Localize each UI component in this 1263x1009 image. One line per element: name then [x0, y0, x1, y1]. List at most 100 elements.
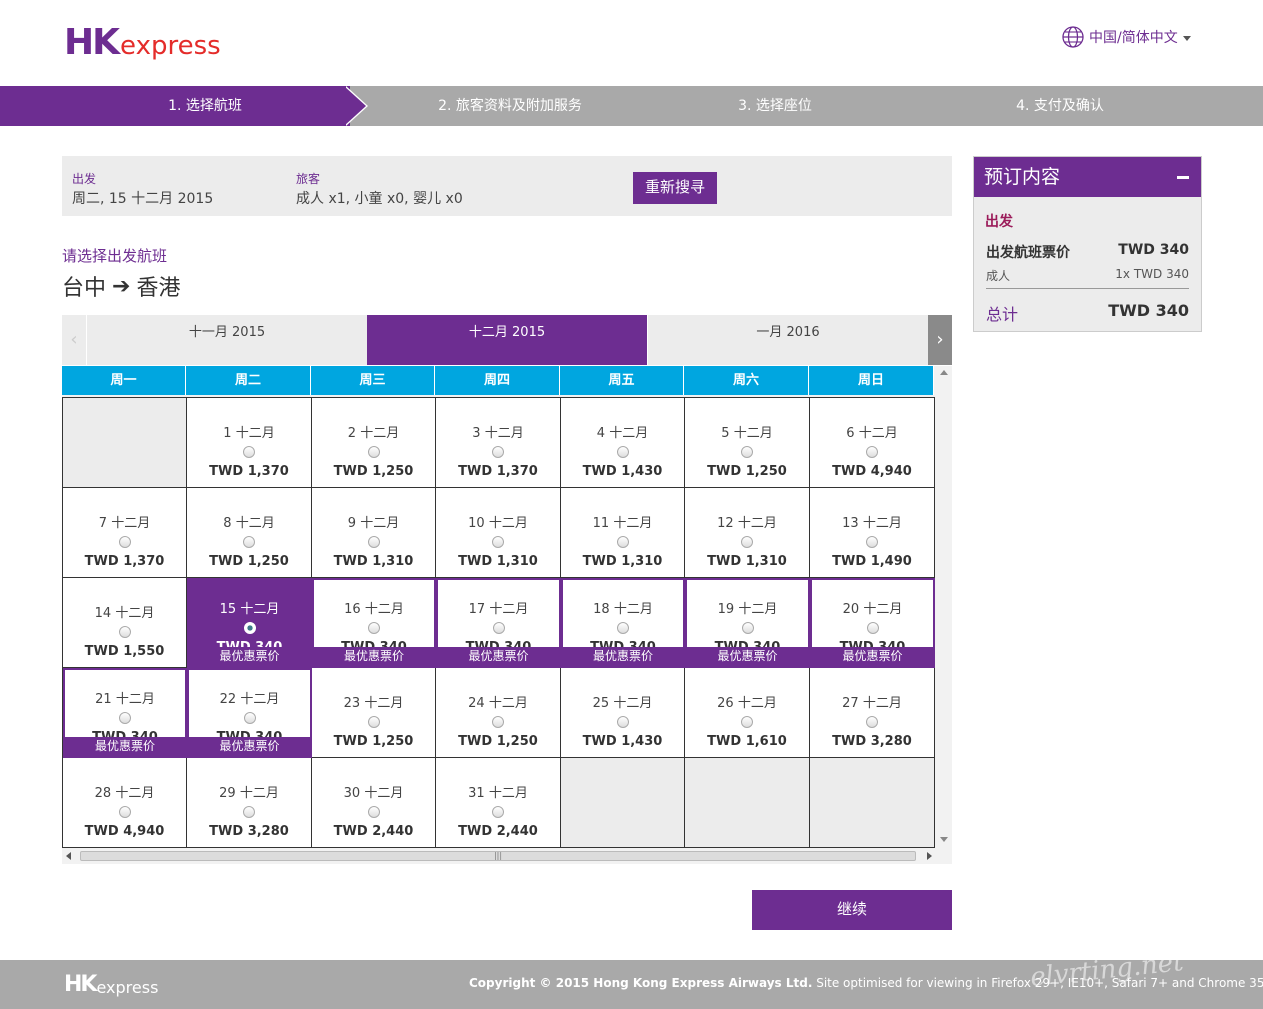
day-radio[interactable]: [243, 446, 255, 458]
day-radio[interactable]: [119, 712, 131, 724]
day-radio[interactable]: [492, 806, 504, 818]
calendar-day-cell[interactable]: 25 十二月 TWD 1,430: [561, 668, 685, 758]
calendar-day-cell[interactable]: 15 十二月TWD 340最优惠票价: [187, 578, 312, 668]
day-price: TWD 1,370: [458, 464, 538, 479]
month-tab-prev[interactable]: 十一月 2015: [86, 315, 367, 365]
day-label: 1 十二月: [223, 426, 275, 441]
day-label: 15 十二月: [219, 602, 280, 617]
calendar-day-cell[interactable]: 5 十二月 TWD 1,250: [685, 398, 810, 488]
horizontal-scrollbar[interactable]: |||: [62, 848, 936, 864]
day-radio[interactable]: [492, 536, 504, 548]
day-radio[interactable]: [741, 536, 753, 548]
scroll-right-icon[interactable]: [927, 852, 932, 860]
calendar-day-cell[interactable]: 17 十二月TWD 340最优惠票价: [436, 578, 561, 668]
arrow-right-icon: ➔: [112, 273, 131, 299]
calendar-day-cell[interactable]: 22 十二月TWD 340最优惠票价: [187, 668, 312, 758]
best-price-tag: 最优惠票价: [314, 647, 434, 666]
calendar-day-cell[interactable]: 11 十二月 TWD 1,310: [561, 488, 685, 578]
prev-month-arrow-icon[interactable]: ‹: [62, 315, 86, 365]
globe-icon: [1062, 26, 1084, 48]
scroll-up-icon[interactable]: [940, 370, 948, 375]
day-radio[interactable]: [492, 716, 504, 728]
day-radio[interactable]: [367, 716, 380, 728]
day-radio[interactable]: [367, 446, 380, 458]
day-label: 7 十二月: [98, 516, 151, 531]
calendar-day-cell[interactable]: 31 十二月 TWD 2,440: [436, 758, 561, 848]
calendar-day-cell[interactable]: 21 十二月TWD 340最优惠票价: [63, 668, 187, 758]
calendar-day-cell[interactable]: 18 十二月TWD 340最优惠票价: [561, 578, 685, 668]
footer-logo-express: express: [96, 978, 159, 997]
day-radio[interactable]: [616, 716, 629, 728]
day-radio[interactable]: [866, 622, 879, 634]
calendar-day-cell[interactable]: 9 十二月 TWD 1,310: [312, 488, 436, 578]
day-radio[interactable]: [243, 622, 256, 634]
calendar-empty-cell: [810, 758, 935, 848]
calendar-day-cell[interactable]: 27 十二月 TWD 3,280: [810, 668, 935, 758]
calendar-day-cell[interactable]: 30 十二月 TWD 2,440: [312, 758, 436, 848]
calendar-day-cell[interactable]: 13 十二月 TWD 1,490: [810, 488, 935, 578]
calendar-day-cell[interactable]: 26 十二月 TWD 1,610: [685, 668, 810, 758]
day-label: 19 十二月: [717, 602, 778, 617]
logo-hk: HK: [64, 22, 120, 63]
scroll-thumb[interactable]: |||: [80, 851, 916, 861]
day-label: 29 十二月: [219, 786, 279, 801]
day-price: TWD 4,940: [832, 464, 912, 479]
calendar-day-cell[interactable]: 14 十二月 TWD 1,550: [63, 578, 187, 668]
day-radio[interactable]: [118, 536, 131, 548]
day-price: TWD 1,610: [707, 734, 787, 749]
day-radio[interactable]: [118, 806, 131, 818]
chevron-down-icon: [1182, 35, 1191, 41]
day-radio[interactable]: [617, 622, 629, 634]
day-radio[interactable]: [243, 806, 255, 818]
day-label: 12 十二月: [717, 516, 777, 531]
day-radio[interactable]: [118, 626, 131, 638]
day-radio[interactable]: [492, 622, 505, 634]
calendar-day-cell[interactable]: 20 十二月TWD 340最优惠票价: [810, 578, 935, 668]
day-radio[interactable]: [616, 536, 629, 548]
language-label: 中国/简体中文: [1089, 30, 1178, 46]
calendar-day-cell[interactable]: 28 十二月 TWD 4,940: [63, 758, 187, 848]
day-radio[interactable]: [616, 446, 629, 458]
calendar-day-cell[interactable]: 16 十二月TWD 340最优惠票价: [312, 578, 436, 668]
calendar-day-cell[interactable]: 7 十二月 TWD 1,370: [63, 488, 187, 578]
calendar-day-cell[interactable]: 10 十二月 TWD 1,310: [436, 488, 561, 578]
day-radio[interactable]: [243, 712, 256, 724]
next-month-arrow-icon[interactable]: ›: [928, 315, 952, 365]
month-tab-next[interactable]: 一月 2016: [647, 315, 928, 365]
calendar-day-cell[interactable]: 8 十二月 TWD 1,250: [187, 488, 312, 578]
calendar-day-cell[interactable]: 24 十二月 TWD 1,250: [436, 668, 561, 758]
calendar-day-cell[interactable]: 2 十二月 TWD 1,250: [312, 398, 436, 488]
day-radio[interactable]: [368, 622, 380, 634]
calendar-day-cell[interactable]: 3 十二月 TWD 1,370: [436, 398, 561, 488]
day-radio[interactable]: [741, 446, 753, 458]
adult-label: 成人: [986, 269, 1011, 283]
calendar-day-cell[interactable]: 6 十二月 TWD 4,940: [810, 398, 935, 488]
day-radio[interactable]: [866, 716, 878, 728]
scroll-left-icon[interactable]: [66, 852, 71, 860]
vertical-scrollbar[interactable]: [936, 366, 952, 848]
weekday-header: 周日: [809, 366, 934, 395]
depart-value: 周二, 15 十二月 2015: [72, 191, 214, 207]
language-selector[interactable]: 中国/简体中文: [1062, 26, 1191, 48]
hkexpress-logo[interactable]: HK express: [64, 24, 221, 62]
day-radio[interactable]: [367, 806, 380, 818]
day-radio[interactable]: [367, 536, 380, 548]
day-radio[interactable]: [741, 716, 753, 728]
calendar-day-cell[interactable]: 19 十二月TWD 340最优惠票价: [685, 578, 810, 668]
month-tab-current[interactable]: 十二月 2015: [367, 315, 647, 365]
day-radio[interactable]: [243, 536, 255, 548]
calendar-day-cell[interactable]: 23 十二月 TWD 1,250: [312, 668, 436, 758]
calendar-day-cell[interactable]: 12 十二月 TWD 1,310: [685, 488, 810, 578]
day-radio[interactable]: [866, 446, 878, 458]
total-value: TWD 340: [1108, 301, 1189, 320]
calendar-day-cell[interactable]: 29 十二月 TWD 3,280: [187, 758, 312, 848]
scroll-down-icon[interactable]: [940, 837, 948, 842]
calendar-day-cell[interactable]: 1 十二月 TWD 1,370: [187, 398, 312, 488]
collapse-minus-icon[interactable]: [1177, 176, 1189, 179]
calendar-day-cell[interactable]: 4 十二月 TWD 1,430: [561, 398, 685, 488]
day-radio[interactable]: [492, 446, 504, 458]
day-radio[interactable]: [866, 536, 878, 548]
continue-button[interactable]: 继续: [752, 890, 952, 930]
research-button[interactable]: 重新搜寻: [633, 172, 717, 204]
day-radio[interactable]: [741, 622, 754, 634]
